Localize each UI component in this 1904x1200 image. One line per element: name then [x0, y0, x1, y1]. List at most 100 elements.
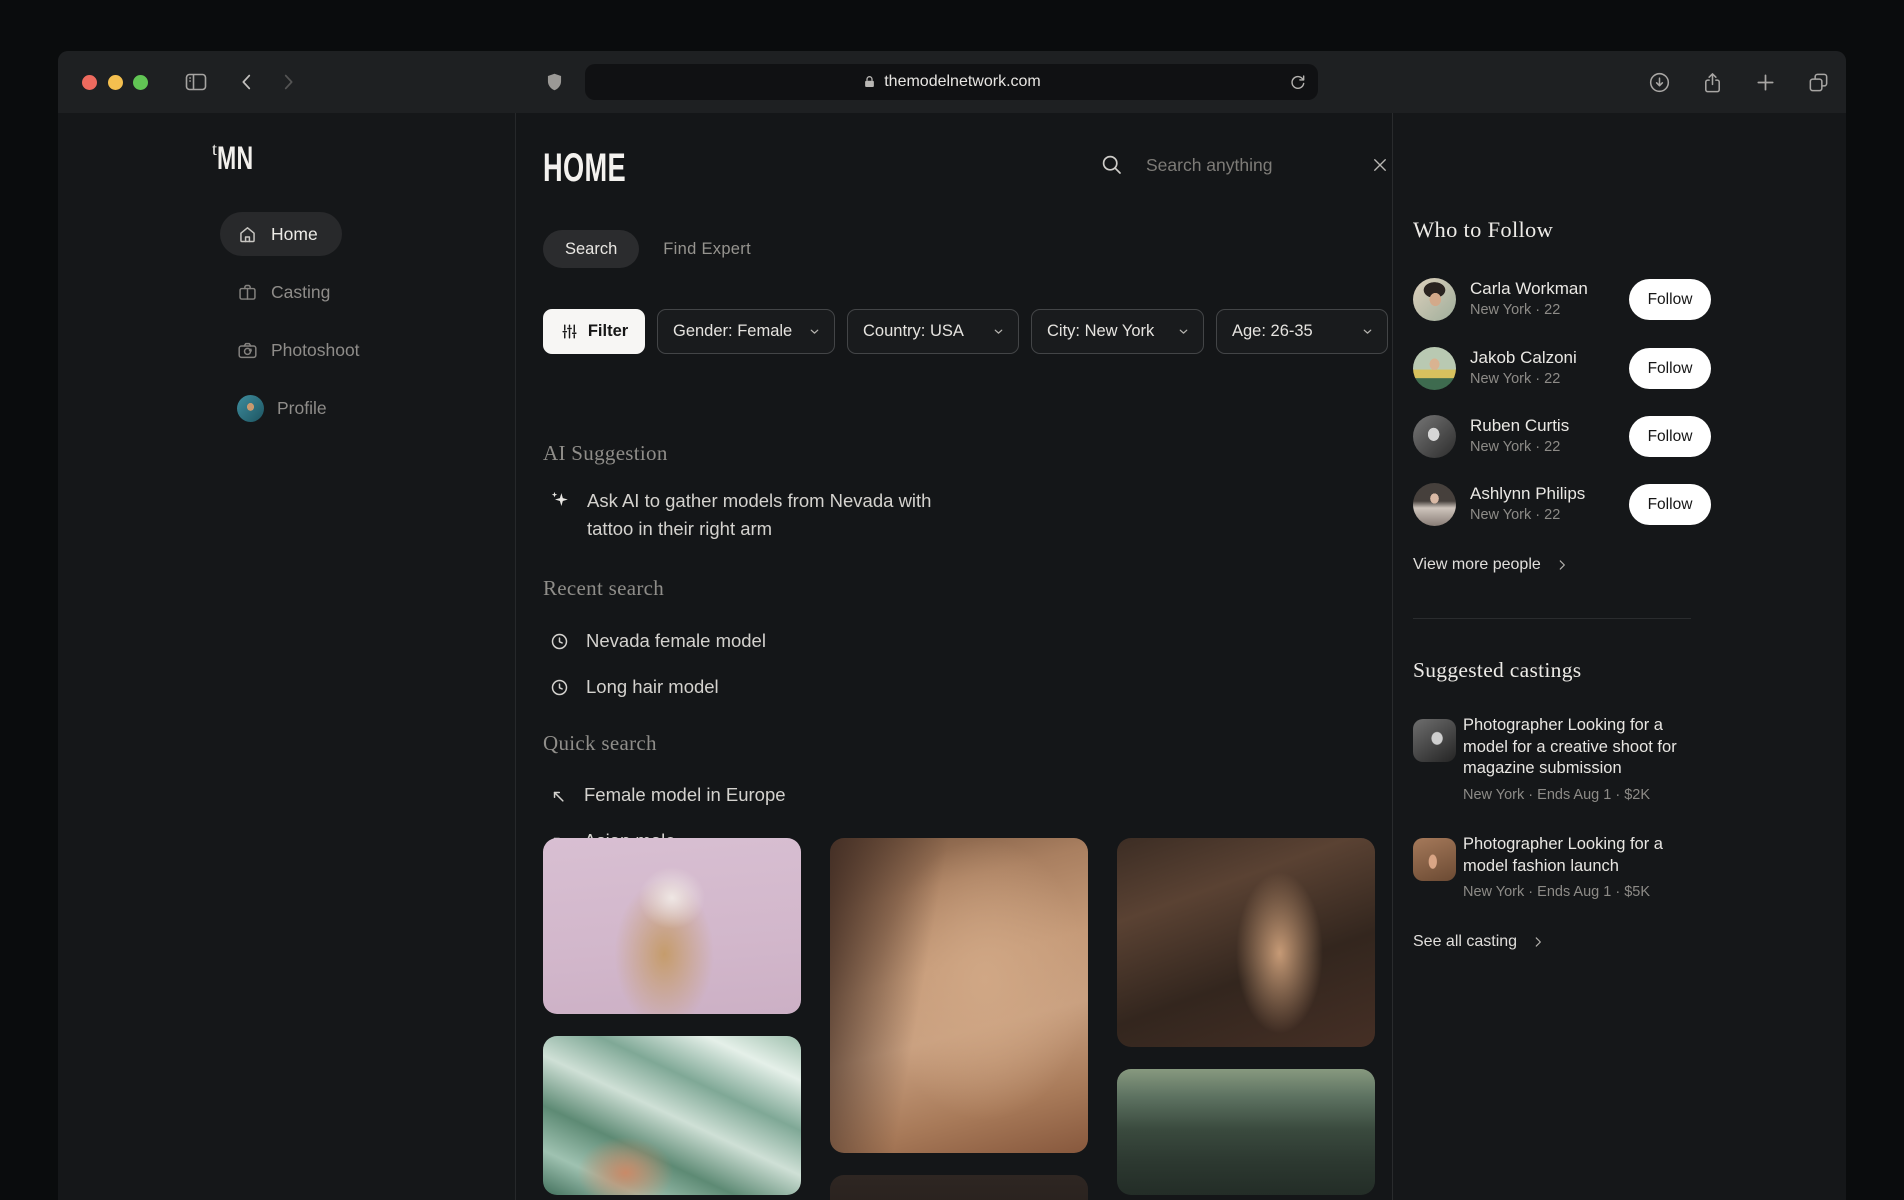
sidebar-item-label: Home [271, 223, 318, 244]
filter-button[interactable]: Filter [543, 309, 645, 354]
person-row: Carla Workman New York · 22 Follow [1413, 278, 1711, 321]
traffic-light-close[interactable] [82, 75, 97, 90]
person-name: Carla Workman [1470, 279, 1588, 298]
search-bar [1100, 151, 1386, 179]
tab-search[interactable]: Search [543, 230, 640, 268]
sidebar-nav: Home Casting Photoshoot Profile [220, 212, 384, 430]
photo-tile-model-dark-hair-partial[interactable] [830, 1175, 1088, 1200]
share-icon[interactable] [1701, 71, 1724, 94]
search-input[interactable] [1146, 154, 1371, 176]
photo-tile-model-pink-backdrop[interactable] [543, 838, 801, 1014]
photo-tile-model-forest-green[interactable] [1117, 1069, 1375, 1195]
download-icon[interactable] [1648, 71, 1671, 94]
chevron-right-icon [1531, 935, 1545, 949]
photo-tile-model-splashing-water[interactable] [543, 1036, 801, 1195]
chevron-down-icon [1177, 325, 1190, 338]
forward-icon[interactable] [277, 71, 299, 93]
filter-dropdown-gender[interactable]: Gender: Female [657, 309, 835, 354]
person-name: Jakob Calzoni [1470, 348, 1577, 367]
recent-search-item[interactable]: Nevada female model [549, 629, 766, 652]
person-name: Ruben Curtis [1470, 416, 1570, 435]
recent-search-item[interactable]: Long hair model [549, 675, 719, 698]
filter-dropdown-age[interactable]: Age: 26-35 [1216, 309, 1388, 354]
traffic-light-minimize[interactable] [107, 75, 123, 90]
ai-suggestion-item[interactable]: Ask AI to gather models from Nevada with… [549, 487, 931, 542]
quick-search-label: Female model in Europe [584, 784, 786, 805]
person-meta: New York · 22 [1470, 439, 1561, 455]
casting-title: Photographer Looking for a model for a c… [1463, 716, 1677, 777]
view-more-people-label: View more people [1413, 556, 1541, 573]
chevron-down-icon [1361, 325, 1374, 338]
sidebar-item-home[interactable]: Home [220, 212, 342, 256]
app-logo[interactable]: tMN [212, 139, 268, 177]
see-all-casting-label: See all casting [1413, 933, 1518, 950]
tabs-overview-icon[interactable] [1807, 71, 1830, 94]
search-tabs: Search Find Expert [543, 230, 751, 268]
shield-icon[interactable] [544, 71, 565, 93]
recent-search-heading: Recent search [543, 576, 665, 600]
photo-tile-model-gray-tank-crouching[interactable] [830, 838, 1088, 1153]
chevron-down-icon [992, 325, 1005, 338]
right-sidebar: Who to Follow Carla Workman New York · 2… [1392, 113, 1846, 1200]
avatar [1413, 483, 1456, 526]
person-row: Ashlynn Philips New York · 22 Follow [1413, 483, 1711, 526]
person-row: Jakob Calzoni New York · 22 Follow [1413, 347, 1711, 390]
casting-item[interactable]: Photographer Looking for a model fashion… [1413, 834, 1713, 900]
reload-icon[interactable] [1288, 72, 1307, 91]
filter-dropdown-label: Country: USA [863, 322, 964, 340]
filter-dropdown-country[interactable]: Country: USA [847, 309, 1019, 354]
sidebar-item-profile[interactable]: Profile [220, 386, 351, 430]
browser-toolbar: themodelnetwork.com [58, 51, 1846, 113]
app-sidebar: tMN Home Casting Photoshoot Profile [58, 113, 516, 1200]
recent-search-label: Long hair model [586, 675, 719, 697]
follow-button[interactable]: Follow [1629, 279, 1711, 320]
follow-button[interactable]: Follow [1629, 484, 1711, 525]
clock-icon [549, 631, 570, 652]
casting-meta: New York · Ends Aug 1 · $2K [1463, 786, 1650, 803]
casting-thumbnail [1413, 838, 1456, 881]
filter-row: Filter Gender: Female Country: USA City:… [543, 309, 1388, 354]
page-title: HOME [543, 146, 626, 190]
search-icon [1100, 153, 1124, 177]
ai-suggestion-text: Ask AI to gather models from Nevada with… [587, 490, 932, 539]
close-icon[interactable] [1371, 156, 1389, 174]
casting-item[interactable]: Photographer Looking for a model for a c… [1413, 715, 1713, 803]
person-row: Ruben Curtis New York · 22 Follow [1413, 415, 1711, 458]
view-more-people-link[interactable]: View more people [1413, 556, 1569, 574]
sidebar-item-casting[interactable]: Casting [220, 270, 354, 314]
avatar [1413, 415, 1456, 458]
logo-text: MN [217, 140, 254, 176]
back-icon[interactable] [236, 71, 258, 93]
tab-find-expert[interactable]: Find Expert [663, 240, 751, 259]
url-text: themodelnetwork.com [884, 73, 1041, 90]
photo-tile-model-gray-bikini-rocks[interactable] [1117, 838, 1375, 1047]
follow-button[interactable]: Follow [1629, 348, 1711, 389]
new-tab-icon[interactable] [1754, 71, 1777, 94]
home-icon [237, 224, 258, 245]
sidebar-item-photoshoot[interactable]: Photoshoot [220, 328, 384, 372]
filter-dropdown-label: Gender: Female [673, 322, 793, 340]
filter-dropdown-city[interactable]: City: New York [1031, 309, 1204, 354]
ai-suggestion-heading: AI Suggestion [543, 441, 668, 465]
profile-avatar [237, 394, 264, 422]
camera-icon [237, 340, 258, 361]
filter-button-label: Filter [587, 322, 629, 340]
clock-icon [549, 677, 570, 698]
address-bar[interactable]: themodelnetwork.com [585, 64, 1318, 100]
toolbar-actions [1648, 71, 1830, 94]
person-name: Ashlynn Philips [1470, 484, 1586, 503]
section-divider [1413, 618, 1691, 619]
lock-icon [862, 74, 877, 90]
traffic-light-zoom[interactable] [133, 75, 148, 90]
avatar [1413, 278, 1456, 321]
sidebar-toggle-icon[interactable] [183, 70, 209, 94]
main-content: HOME Search Find Expert [516, 113, 1392, 1200]
quick-search-item[interactable]: Female model in Europe [549, 784, 786, 806]
follow-button[interactable]: Follow [1629, 416, 1711, 457]
browser-window: themodelnetwork.com tMN Home Casting Pho… [58, 51, 1846, 1200]
filter-dropdown-label: City: New York [1047, 322, 1155, 340]
see-all-casting-link[interactable]: See all casting [1413, 933, 1545, 951]
window-controls [82, 75, 148, 90]
quick-search-heading: Quick search [543, 731, 657, 755]
casting-meta: New York · Ends Aug 1 · $5K [1463, 884, 1650, 900]
